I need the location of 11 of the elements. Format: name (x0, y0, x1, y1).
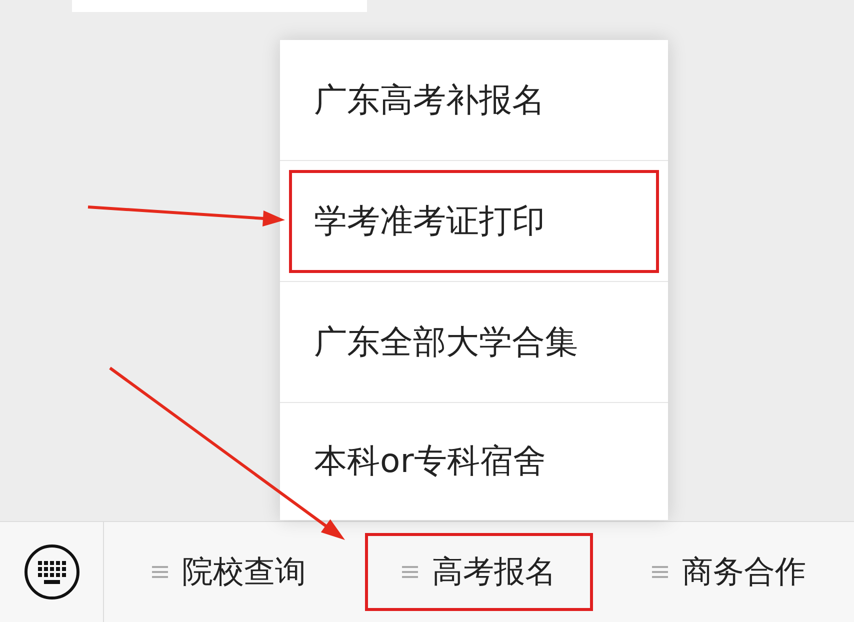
menu-icon (652, 564, 668, 580)
menu-icon (152, 564, 168, 580)
menu-item[interactable]: 学考准考证打印 (280, 161, 668, 282)
menu-button[interactable]: 商务合作 (604, 522, 854, 622)
menu-button[interactable]: 高考报名 (354, 522, 604, 622)
keyboard-icon[interactable] (22, 543, 80, 601)
menu-button[interactable]: 院校查询 (104, 522, 354, 622)
menu-icon (402, 564, 418, 580)
menu-item[interactable]: 本科or专科宿舍 (280, 403, 668, 520)
menu-item[interactable]: 广东全部大学合集 (280, 282, 668, 403)
menu-item[interactable]: 广东高考补报名 (280, 40, 668, 161)
